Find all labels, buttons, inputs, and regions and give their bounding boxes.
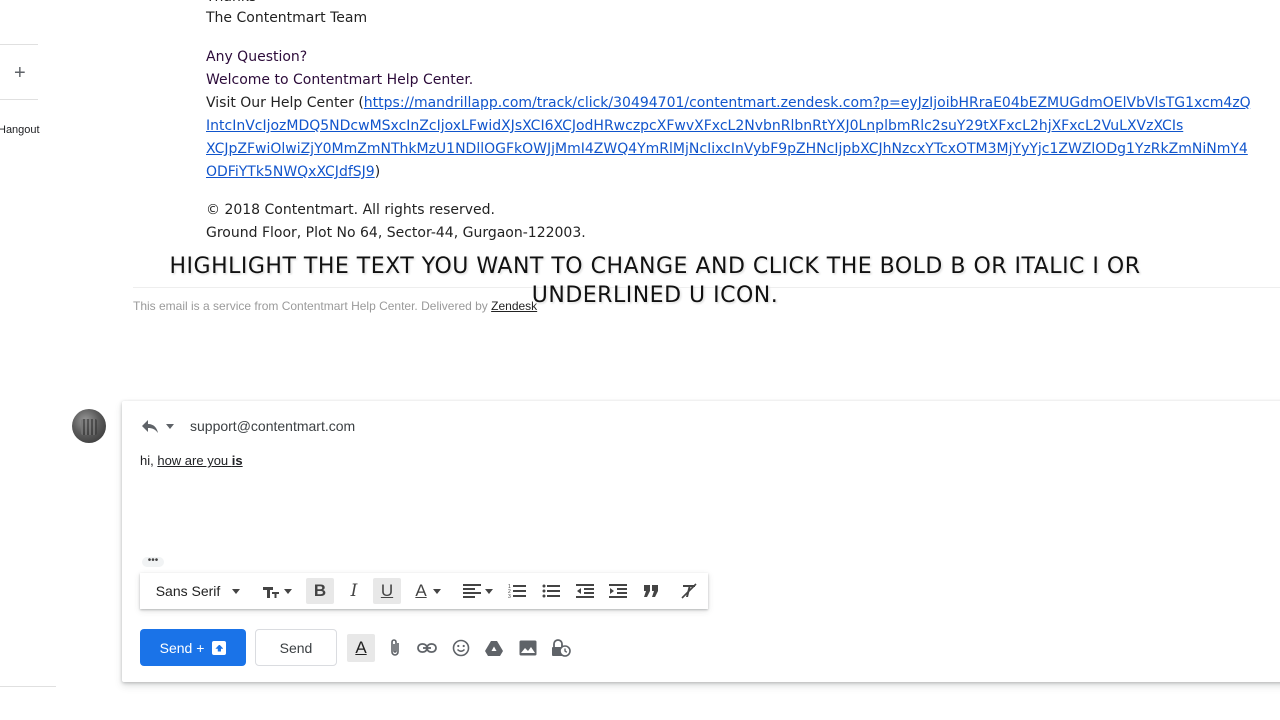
insert-photo-button[interactable] <box>517 637 539 659</box>
send-plus-button[interactable]: Send + <box>140 629 246 666</box>
numbered-list-icon: 123 <box>508 584 526 599</box>
rail-divider <box>0 99 38 100</box>
show-trimmed-content-button[interactable]: ••• <box>142 556 164 567</box>
email-body: Thanks The Contentmart Team Any Question… <box>206 0 1280 241</box>
insert-drive-button[interactable] <box>483 637 505 659</box>
link-close-paren: ) <box>374 164 381 180</box>
font-select[interactable]: Sans Serif <box>148 573 248 609</box>
body-plain: hi, <box>140 453 158 468</box>
help-center-link-cont[interactable]: ODFiYTk5NWQxXCJdfSJ9) <box>206 161 380 184</box>
photo-icon <box>519 640 537 656</box>
lock-clock-icon <box>552 639 571 657</box>
quote-button[interactable] <box>638 573 664 609</box>
send-button[interactable]: Send <box>255 629 337 666</box>
body-underlined: how are you <box>157 453 232 468</box>
formatting-options-toggle[interactable]: A <box>347 634 375 662</box>
chevron-down-icon <box>432 588 441 594</box>
text-color-button[interactable]: A <box>408 573 448 609</box>
confidential-mode-button[interactable] <box>550 637 572 659</box>
help-center-link[interactable]: https://mandrillapp.com/track/click/3049… <box>364 95 1251 111</box>
chevron-down-icon <box>232 588 241 594</box>
left-rail <box>0 0 56 720</box>
italic-button[interactable]: I <box>340 573 368 609</box>
recipient-field[interactable]: support@contentmart.com <box>190 418 355 434</box>
numbered-list-button[interactable]: 123 <box>504 573 530 609</box>
team-signature: The Contentmart Team <box>206 10 368 26</box>
paperclip-icon <box>391 639 399 656</box>
question-line: Any Question? <box>206 49 308 65</box>
remove-formatting-button[interactable] <box>676 573 702 609</box>
send-plus-label: Send + <box>159 639 205 656</box>
bold-button[interactable]: B <box>306 578 334 604</box>
help-center-link[interactable]: XCJpZFwiOlwiZjY0MmZmNThkMzU1NDllOGFkOWJj… <box>206 141 1248 157</box>
link-icon <box>417 643 437 653</box>
help-center-link-cont[interactable]: IntcInVcIjozMDQ5NDcwMSxcInZcIjoxLFwidXJs… <box>206 115 1183 138</box>
svg-text:3: 3 <box>508 594 511 599</box>
copyright: © 2018 Contentmart. All rights reserved. <box>206 202 495 218</box>
text-size-button[interactable] <box>256 573 296 609</box>
compose-body[interactable]: hi, how are you is <box>140 453 243 468</box>
rail-divider <box>0 44 38 45</box>
send-plus-icon <box>212 640 227 655</box>
text-size-icon <box>262 587 279 598</box>
font-select-value: Sans Serif <box>155 583 221 599</box>
help-center-link-cont[interactable]: XCJpZFwiOlwiZjY0MmZmNThkMzU1NDllOGFkOWJj… <box>206 138 1248 161</box>
remove-formatting-icon <box>681 583 697 599</box>
indent-less-button[interactable] <box>572 573 598 609</box>
address: Ground Floor, Plot No 64, Sector-44, Gur… <box>206 225 586 241</box>
reply-type-dropdown-icon[interactable] <box>166 424 174 429</box>
hangouts-section[interactable]: Hangout <box>0 120 40 142</box>
insert-link-button[interactable] <box>416 637 438 659</box>
bulleted-list-button[interactable] <box>538 573 564 609</box>
help-center-line: Visit Our Help Center (https://mandrilla… <box>206 92 1251 115</box>
chevron-down-icon <box>485 588 493 594</box>
welcome-line: Welcome to Contentmart Help Center. <box>206 72 474 88</box>
align-left-icon <box>463 584 481 598</box>
insert-emoji-button[interactable] <box>450 637 472 659</box>
help-center-link[interactable]: IntcInVcIjozMDQ5NDcwMSxcInZcIjoxLFwidXJs… <box>206 118 1183 134</box>
chevron-down-icon <box>283 588 292 594</box>
indent-less-icon <box>576 584 594 598</box>
rail-divider <box>0 686 56 687</box>
quote-icon <box>644 585 658 597</box>
underline-button[interactable]: U <box>373 578 401 604</box>
body-bold-underlined: is <box>231 453 243 468</box>
attach-button[interactable] <box>384 637 406 659</box>
drive-icon <box>485 641 503 656</box>
text-color-icon: A <box>415 581 427 600</box>
emoji-icon <box>452 639 470 657</box>
plus-icon[interactable]: + <box>14 62 30 84</box>
formatting-toolbar: Sans Serif B I U A 123 <box>140 573 708 609</box>
align-button[interactable] <box>458 573 498 609</box>
visit-label: Visit Our Help Center ( <box>206 95 364 111</box>
help-center-link[interactable]: ODFiYTk5NWQxXCJdfSJ9 <box>206 164 375 180</box>
indent-more-icon <box>609 584 627 598</box>
reply-icon[interactable] <box>140 417 160 435</box>
indent-more-button[interactable] <box>605 573 631 609</box>
bulleted-list-icon <box>542 584 560 598</box>
format-icon: A <box>355 638 367 657</box>
hangouts-label: Hangout <box>0 124 40 136</box>
tutorial-caption: HIGHLIGHT THE TEXT YOU WANT TO CHANGE AN… <box>169 254 1141 308</box>
avatar[interactable] <box>72 409 106 443</box>
